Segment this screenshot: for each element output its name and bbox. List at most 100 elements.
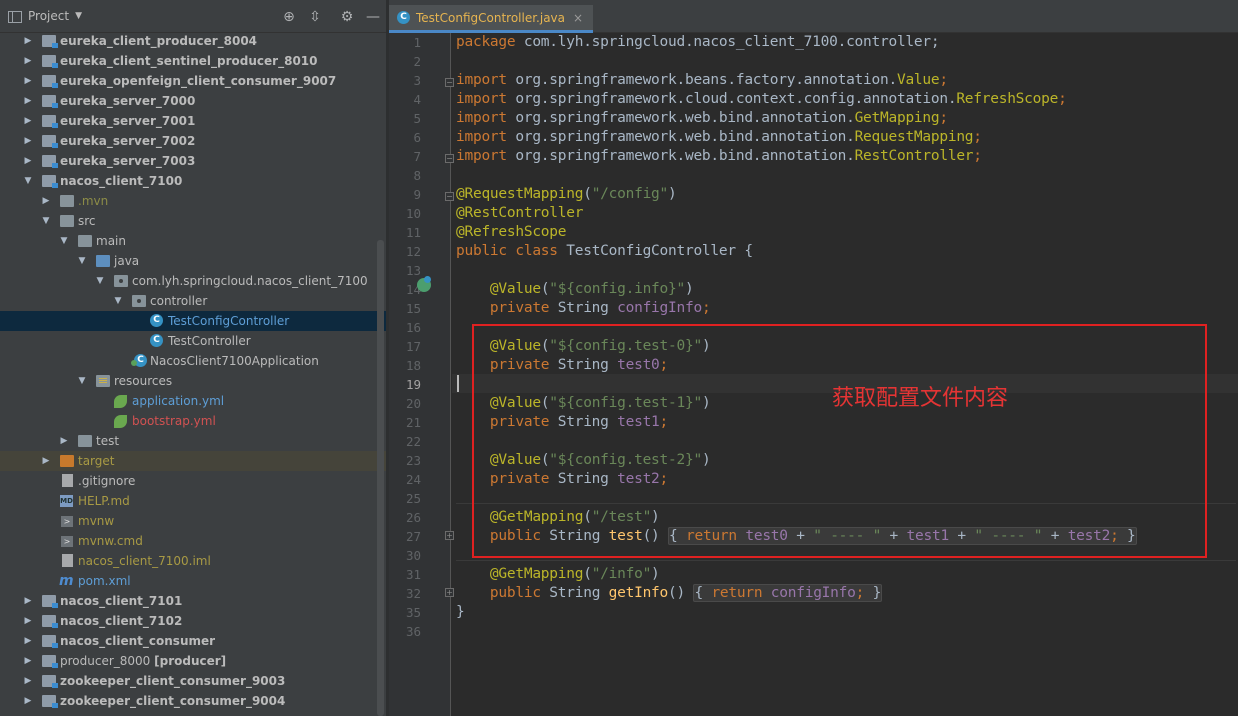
tree-item-java[interactable]: ▼ java xyxy=(0,251,386,271)
tree-item-application-yml[interactable]: application.yml xyxy=(0,391,386,411)
shell-script-icon: > xyxy=(61,536,73,547)
collapse-arrow-icon[interactable]: ▼ xyxy=(22,171,34,191)
tree-item-test-controller[interactable]: C TestController xyxy=(0,331,386,351)
line-number: 24 xyxy=(405,472,421,487)
collapse-arrow-icon[interactable]: ▼ xyxy=(94,271,106,291)
collapse-arrow-icon[interactable]: ▼ xyxy=(76,251,88,271)
tree-item-mvn[interactable]: ▶ .mvn xyxy=(0,191,386,211)
tree-item-zookeeper-client-consumer-9004[interactable]: ▶ zookeeper_client_consumer_9004 xyxy=(0,691,386,711)
resources-folder-icon xyxy=(96,375,110,387)
tree-item-eureka-server-7002[interactable]: ▶ eureka_server_7002 xyxy=(0,131,386,151)
tree-item-eureka-server-7001[interactable]: ▶ eureka_server_7001 xyxy=(0,111,386,131)
tree-item-mvnw-cmd[interactable]: > mvnw.cmd xyxy=(0,531,386,551)
tree-item-label: application.yml xyxy=(132,394,225,408)
line-number: 16 xyxy=(405,320,421,335)
expand-arrow-icon[interactable]: ▶ xyxy=(22,631,34,651)
expand-arrow-icon[interactable]: ▶ xyxy=(22,71,34,91)
tree-item-label: producer_8000 [producer] xyxy=(60,651,226,671)
expand-arrow-icon[interactable]: ▶ xyxy=(58,431,70,451)
tree-item-zookeeper-client-consumer-9003[interactable]: ▶ zookeeper_client_consumer_9003 xyxy=(0,671,386,691)
project-panel-scrollbar[interactable] xyxy=(377,240,384,716)
tree-item-label: TestConfigController xyxy=(168,314,290,328)
module-icon xyxy=(42,655,58,668)
tree-item-controller[interactable]: ▼ controller xyxy=(0,291,386,311)
file-icon xyxy=(62,474,73,487)
module-icon xyxy=(42,135,58,148)
tree-item-target[interactable]: ▶ target xyxy=(0,451,386,471)
tree-item-help-md[interactable]: MD HELP.md xyxy=(0,491,386,511)
tree-item-eureka-client-producer-8004[interactable]: ▶ eureka_client_producer_8004 xyxy=(0,31,386,51)
markdown-icon: MD xyxy=(60,495,73,507)
tree-item-nacos-client-7100[interactable]: ▼ nacos_client_7100 xyxy=(0,171,386,191)
expand-arrow-icon[interactable]: ▶ xyxy=(22,131,34,151)
tree-item-eureka-openfeign-client-consumer-9007[interactable]: ▶ eureka_openfeign_client_consumer_9007 xyxy=(0,71,386,91)
expand-arrow-icon[interactable]: ▶ xyxy=(22,51,34,71)
tree-item-nacos-client-7100-application[interactable]: C NacosClient7100Application xyxy=(0,351,386,371)
module-icon xyxy=(42,155,58,168)
code-line-1: package com.lyh.springcloud.nacos_client… xyxy=(456,34,940,50)
tree-item-nacos-client-7101[interactable]: ▶ nacos_client_7101 xyxy=(0,591,386,611)
tree-item-producer-8000[interactable]: ▶ producer_8000 [producer] xyxy=(0,651,386,671)
collapse-arrow-icon[interactable]: ▼ xyxy=(112,291,124,311)
tree-item-label: src xyxy=(78,214,96,228)
module-icon xyxy=(42,595,58,608)
tree-item-mvnw[interactable]: > mvnw xyxy=(0,511,386,531)
tree-item-bootstrap-yml[interactable]: bootstrap.yml xyxy=(0,411,386,431)
folded-block[interactable]: { return configInfo; } xyxy=(693,584,883,602)
expand-arrow-icon[interactable]: ▶ xyxy=(22,91,34,111)
collapse-arrow-icon[interactable]: ▼ xyxy=(40,211,52,231)
folded-block[interactable]: { return test0 + " ---- " + test1 + " --… xyxy=(668,527,1137,545)
file-icon xyxy=(62,554,73,567)
line-number: 1 xyxy=(413,35,421,50)
minimize-icon[interactable]: — xyxy=(364,8,382,26)
tree-item-resources[interactable]: ▼ resources xyxy=(0,371,386,391)
tree-item-package-nacos-client-7100[interactable]: ▼ com.lyh.springcloud.nacos_client_7100 xyxy=(0,271,386,291)
gear-icon[interactable]: ⚙ xyxy=(338,8,356,26)
tree-item-label: target xyxy=(78,454,115,468)
collapse-icon[interactable]: ⇳ xyxy=(306,8,324,26)
code-line-10: @RestController xyxy=(456,205,584,221)
code-line-23: @Value("${config.test-2}") xyxy=(489,452,711,468)
code-line-12: public class TestConfigController { xyxy=(456,243,753,259)
tree-item-nacos-client-consumer[interactable]: ▶ nacos_client_consumer xyxy=(0,631,386,651)
tree-item-label: eureka_server_7001 xyxy=(60,114,196,128)
expand-arrow-icon[interactable]: ▶ xyxy=(22,591,34,611)
tree-item-test[interactable]: ▶ test xyxy=(0,431,386,451)
expand-arrow-icon[interactable]: ▶ xyxy=(22,611,34,631)
expand-arrow-icon[interactable]: ▶ xyxy=(22,651,34,671)
tree-item-pom-xml[interactable]: m pom.xml xyxy=(0,571,386,591)
expand-arrow-icon[interactable]: ▶ xyxy=(22,671,34,691)
collapse-arrow-icon[interactable]: ▼ xyxy=(76,371,88,391)
expand-arrow-icon[interactable]: ▶ xyxy=(40,191,52,211)
crosshair-icon[interactable]: ⊕ xyxy=(280,8,298,26)
java-class-icon: C xyxy=(397,11,410,24)
expand-arrow-icon[interactable]: ▶ xyxy=(22,111,34,131)
tree-item-main[interactable]: ▼ main xyxy=(0,231,386,251)
tree-item-eureka-server-7003[interactable]: ▶ eureka_server_7003 xyxy=(0,151,386,171)
collapse-arrow-icon[interactable]: ▼ xyxy=(58,231,70,251)
code-line-31: @GetMapping("/info") xyxy=(489,566,660,582)
code-area[interactable]: package com.lyh.springcloud.nacos_client… xyxy=(452,33,1238,716)
expand-arrow-icon[interactable]: ▶ xyxy=(22,151,34,171)
line-number: 25 xyxy=(405,491,421,506)
line-number: 3 xyxy=(413,73,421,88)
tree-item-gitignore[interactable]: .gitignore xyxy=(0,471,386,491)
tree-item-eureka-server-7000[interactable]: ▶ eureka_server_7000 xyxy=(0,91,386,111)
module-icon xyxy=(42,675,58,688)
tree-item-label: eureka_client_sentinel_producer_8010 xyxy=(60,54,318,68)
tree-item-iml[interactable]: nacos_client_7100.iml xyxy=(0,551,386,571)
tree-item-label: eureka_server_7002 xyxy=(60,134,196,148)
spring-bean-icon[interactable] xyxy=(417,276,431,292)
close-icon[interactable]: × xyxy=(573,11,583,25)
tree-item-test-config-controller[interactable]: C TestConfigController xyxy=(0,311,386,331)
expand-arrow-icon[interactable]: ▶ xyxy=(40,451,52,471)
tab-test-config-controller[interactable]: C TestConfigController.java × xyxy=(389,5,594,33)
tree-item-src[interactable]: ▼ src xyxy=(0,211,386,231)
expand-arrow-icon[interactable]: ▶ xyxy=(22,31,34,51)
expand-arrow-icon[interactable]: ▶ xyxy=(22,691,34,711)
tree-item-nacos-client-7102[interactable]: ▶ nacos_client_7102 xyxy=(0,611,386,631)
project-view-selector[interactable]: Project ▼ xyxy=(8,0,82,33)
tree-item-eureka-client-sentinel-producer-8010[interactable]: ▶ eureka_client_sentinel_producer_8010 xyxy=(0,51,386,71)
code-line-35: } xyxy=(456,604,465,620)
tree-item-label: nacos_client_consumer xyxy=(60,634,216,648)
